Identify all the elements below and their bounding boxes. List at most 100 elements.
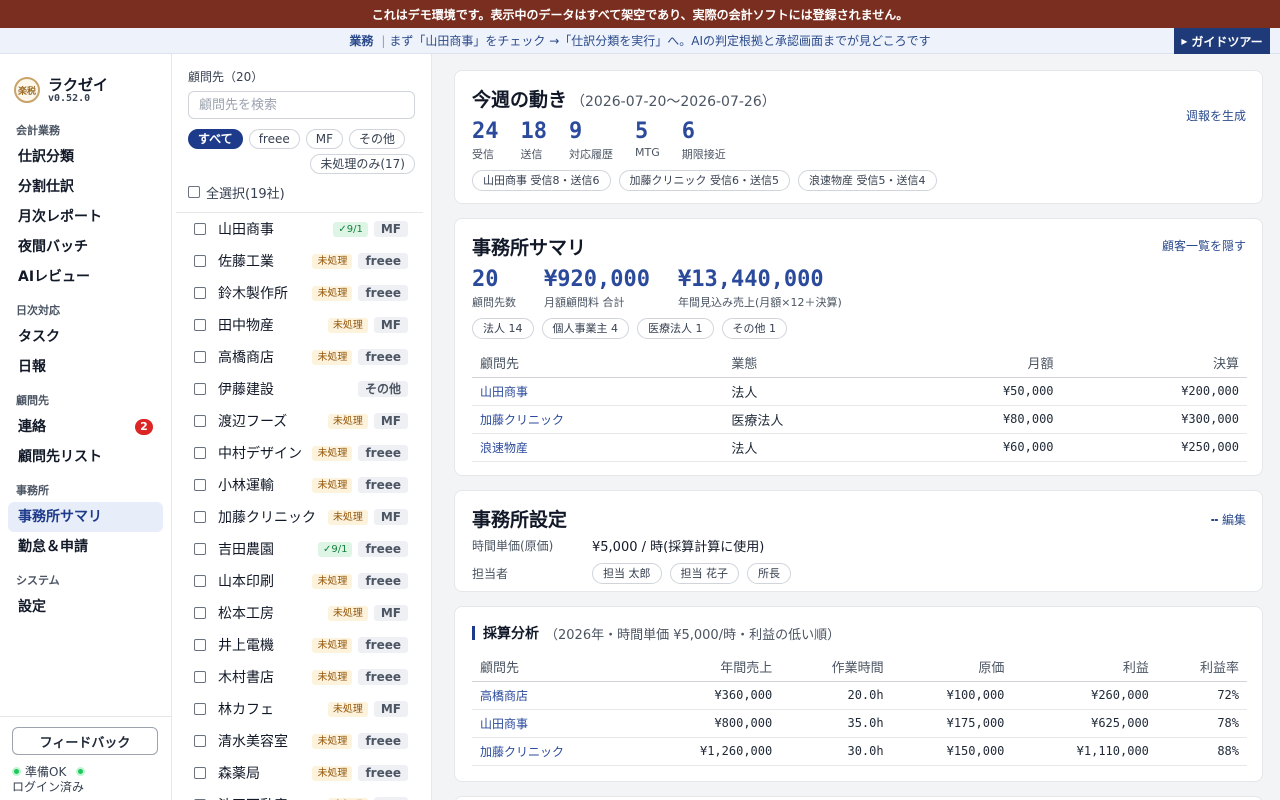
client-row[interactable]: 井上電機 未処理 freee bbox=[176, 629, 423, 661]
ready-status: 準備OK bbox=[25, 765, 67, 779]
client-row[interactable]: 伊藤建設 その他 bbox=[176, 373, 423, 405]
select-all[interactable]: 全選択(19社) bbox=[188, 182, 415, 202]
monthly-fee-cell: ¥80,000 bbox=[894, 405, 1062, 434]
client-activity-pill[interactable]: 加藤クリニック 受信6・送信5 bbox=[618, 170, 790, 191]
client-name: 木村書店 bbox=[218, 670, 274, 686]
processing-status-badge: 未処理 bbox=[312, 669, 353, 685]
client-link[interactable]: 高橋商店 bbox=[472, 681, 636, 710]
filter-all[interactable]: すべて bbox=[188, 129, 243, 149]
client-row[interactable]: 山本印刷 未処理 freee bbox=[176, 565, 423, 597]
client-activity-pill[interactable]: 浪速物産 受信5・送信4 bbox=[798, 170, 937, 191]
client-row[interactable]: 山田商事 ✓9/1 MF bbox=[176, 213, 423, 245]
client-checkbox[interactable] bbox=[194, 639, 206, 651]
type-pill-corporate[interactable]: 法人 14 bbox=[472, 318, 534, 339]
guide-tour-button[interactable]: ▸ ガイドツアー bbox=[1174, 28, 1270, 54]
sidebar-item-ai-review[interactable]: AIレビュー bbox=[8, 262, 163, 292]
column-header: 顧問先 bbox=[472, 349, 724, 378]
client-row[interactable]: 小林運輸 未処理 freee bbox=[176, 469, 423, 501]
client-checkbox[interactable] bbox=[194, 671, 206, 683]
sidebar-item-journal-classify[interactable]: 仕訳分類 bbox=[8, 142, 163, 172]
type-pill-medical[interactable]: 医療法人 1 bbox=[637, 318, 714, 339]
select-all-checkbox[interactable] bbox=[188, 186, 200, 198]
business-type-cell: 法人 bbox=[723, 433, 895, 462]
client-checkbox[interactable] bbox=[194, 735, 206, 747]
client-row[interactable]: 中村デザイン 未処理 freee bbox=[176, 437, 423, 469]
client-checkbox[interactable] bbox=[194, 703, 206, 715]
client-row[interactable]: 加藤クリニック 未処理 MF bbox=[176, 501, 423, 533]
client-link[interactable]: 浪速物産 bbox=[472, 433, 724, 462]
profit-cell: ¥625,000 bbox=[1012, 709, 1157, 738]
margin-cell: 78% bbox=[1156, 709, 1247, 738]
sidebar-item-daily-report[interactable]: 日報 bbox=[8, 352, 163, 382]
edit-settings-link[interactable]: ╍ 編集 bbox=[1211, 511, 1246, 528]
brand-name: ラクゼイ bbox=[48, 75, 109, 94]
client-search-input[interactable] bbox=[188, 91, 415, 119]
client-checkbox[interactable] bbox=[194, 575, 206, 587]
filter-mf[interactable]: MF bbox=[305, 129, 343, 149]
client-checkbox[interactable] bbox=[194, 479, 206, 491]
sidebar-item-settings[interactable]: 設定 bbox=[8, 592, 163, 622]
client-name: 森薬局 bbox=[218, 766, 260, 782]
staff-pill[interactable]: 担当 太郎 bbox=[592, 563, 662, 584]
profit-cell: ¥260,000 bbox=[1012, 681, 1157, 710]
client-row[interactable]: 吉田農園 ✓9/1 freee bbox=[176, 533, 423, 565]
client-checkbox[interactable] bbox=[194, 351, 206, 363]
client-link[interactable]: 山田商事 bbox=[472, 377, 724, 406]
client-checkbox[interactable] bbox=[194, 447, 206, 459]
client-link[interactable]: 加藤クリニック bbox=[472, 405, 724, 434]
client-checkbox[interactable] bbox=[194, 319, 206, 331]
client-row[interactable]: 高橋商店 未処理 freee bbox=[176, 341, 423, 373]
client-checkbox[interactable] bbox=[194, 511, 206, 523]
sidebar-item-tasks[interactable]: タスク bbox=[8, 322, 163, 352]
client-row[interactable]: 池田不動産未処理MF bbox=[176, 789, 423, 800]
sidebar-item-contact[interactable]: 連絡 2 bbox=[8, 412, 163, 442]
client-checkbox[interactable] bbox=[194, 415, 206, 427]
type-pill-other[interactable]: その他 1 bbox=[721, 318, 787, 339]
accounting-software-badge: freee bbox=[358, 253, 408, 269]
sidebar-item-office-summary[interactable]: 事務所サマリ bbox=[8, 502, 163, 532]
sidebar-item-night-batch[interactable]: 夜間バッチ bbox=[8, 232, 163, 262]
client-checkbox[interactable] bbox=[194, 543, 206, 555]
status-dot-icon bbox=[12, 767, 21, 776]
filter-freee[interactable]: freee bbox=[248, 129, 300, 149]
client-checkbox[interactable] bbox=[194, 383, 206, 395]
hide-client-list-link[interactable]: 顧客一覧を隠す bbox=[1162, 237, 1246, 254]
sidebar-item-monthly-report[interactable]: 月次レポート bbox=[8, 202, 163, 232]
filter-other[interactable]: その他 bbox=[349, 129, 406, 149]
generate-weekly-report-link[interactable]: 週報を生成 bbox=[1186, 107, 1246, 124]
client-row[interactable]: 林カフェ 未処理 MF bbox=[176, 693, 423, 725]
staff-pill[interactable]: 担当 花子 bbox=[669, 563, 739, 584]
client-row[interactable]: 木村書店 未処理 freee bbox=[176, 661, 423, 693]
client-row[interactable]: 渡辺フーズ 未処理 MF bbox=[176, 405, 423, 437]
annual-sales-cell: ¥360,000 bbox=[635, 681, 781, 710]
client-name: 吉田農園 bbox=[218, 542, 274, 558]
filter-unprocessed[interactable]: 未処理のみ(17) bbox=[310, 154, 415, 174]
client-checkbox[interactable] bbox=[194, 255, 206, 267]
stat-label: MTG bbox=[635, 146, 660, 159]
stat-value: ¥920,000 bbox=[544, 267, 650, 292]
client-row[interactable]: 田中物産 未処理 MF bbox=[176, 309, 423, 341]
client-row[interactable]: 森薬局 未処理 freee bbox=[176, 757, 423, 789]
feedback-button[interactable]: フィードバック bbox=[12, 727, 158, 755]
client-link[interactable]: 山田商事 bbox=[472, 709, 636, 738]
select-all-label: 全選択(19社) bbox=[206, 186, 285, 202]
sidebar-item-client-list[interactable]: 顧問先リスト bbox=[8, 442, 163, 472]
client-row[interactable]: 清水美容室 未処理 freee bbox=[176, 725, 423, 757]
client-checkbox[interactable] bbox=[194, 767, 206, 779]
client-row[interactable]: 松本工房 未処理 MF bbox=[176, 597, 423, 629]
staff-pill[interactable]: 所長 bbox=[747, 563, 791, 584]
accounting-software-badge: freee bbox=[358, 765, 408, 781]
client-row[interactable]: 佐藤工業 未処理 freee bbox=[176, 245, 423, 277]
accounting-software-badge: freee bbox=[358, 285, 408, 301]
margin-cell: 72% bbox=[1156, 681, 1247, 710]
client-checkbox[interactable] bbox=[194, 287, 206, 299]
type-pill-individual[interactable]: 個人事業主 4 bbox=[541, 318, 629, 339]
brand[interactable]: 楽税 ラクゼイ v0.52.0 bbox=[0, 54, 171, 112]
client-checkbox[interactable] bbox=[194, 223, 206, 235]
client-activity-pill[interactable]: 山田商事 受信8・送信6 bbox=[472, 170, 611, 191]
sidebar-item-attendance[interactable]: 勤怠＆申請 bbox=[8, 532, 163, 562]
client-row[interactable]: 鈴木製作所 未処理 freee bbox=[176, 277, 423, 309]
sidebar-item-split-journal[interactable]: 分割仕訳 bbox=[8, 172, 163, 202]
client-checkbox[interactable] bbox=[194, 607, 206, 619]
client-link[interactable]: 加藤クリニック bbox=[472, 737, 636, 766]
